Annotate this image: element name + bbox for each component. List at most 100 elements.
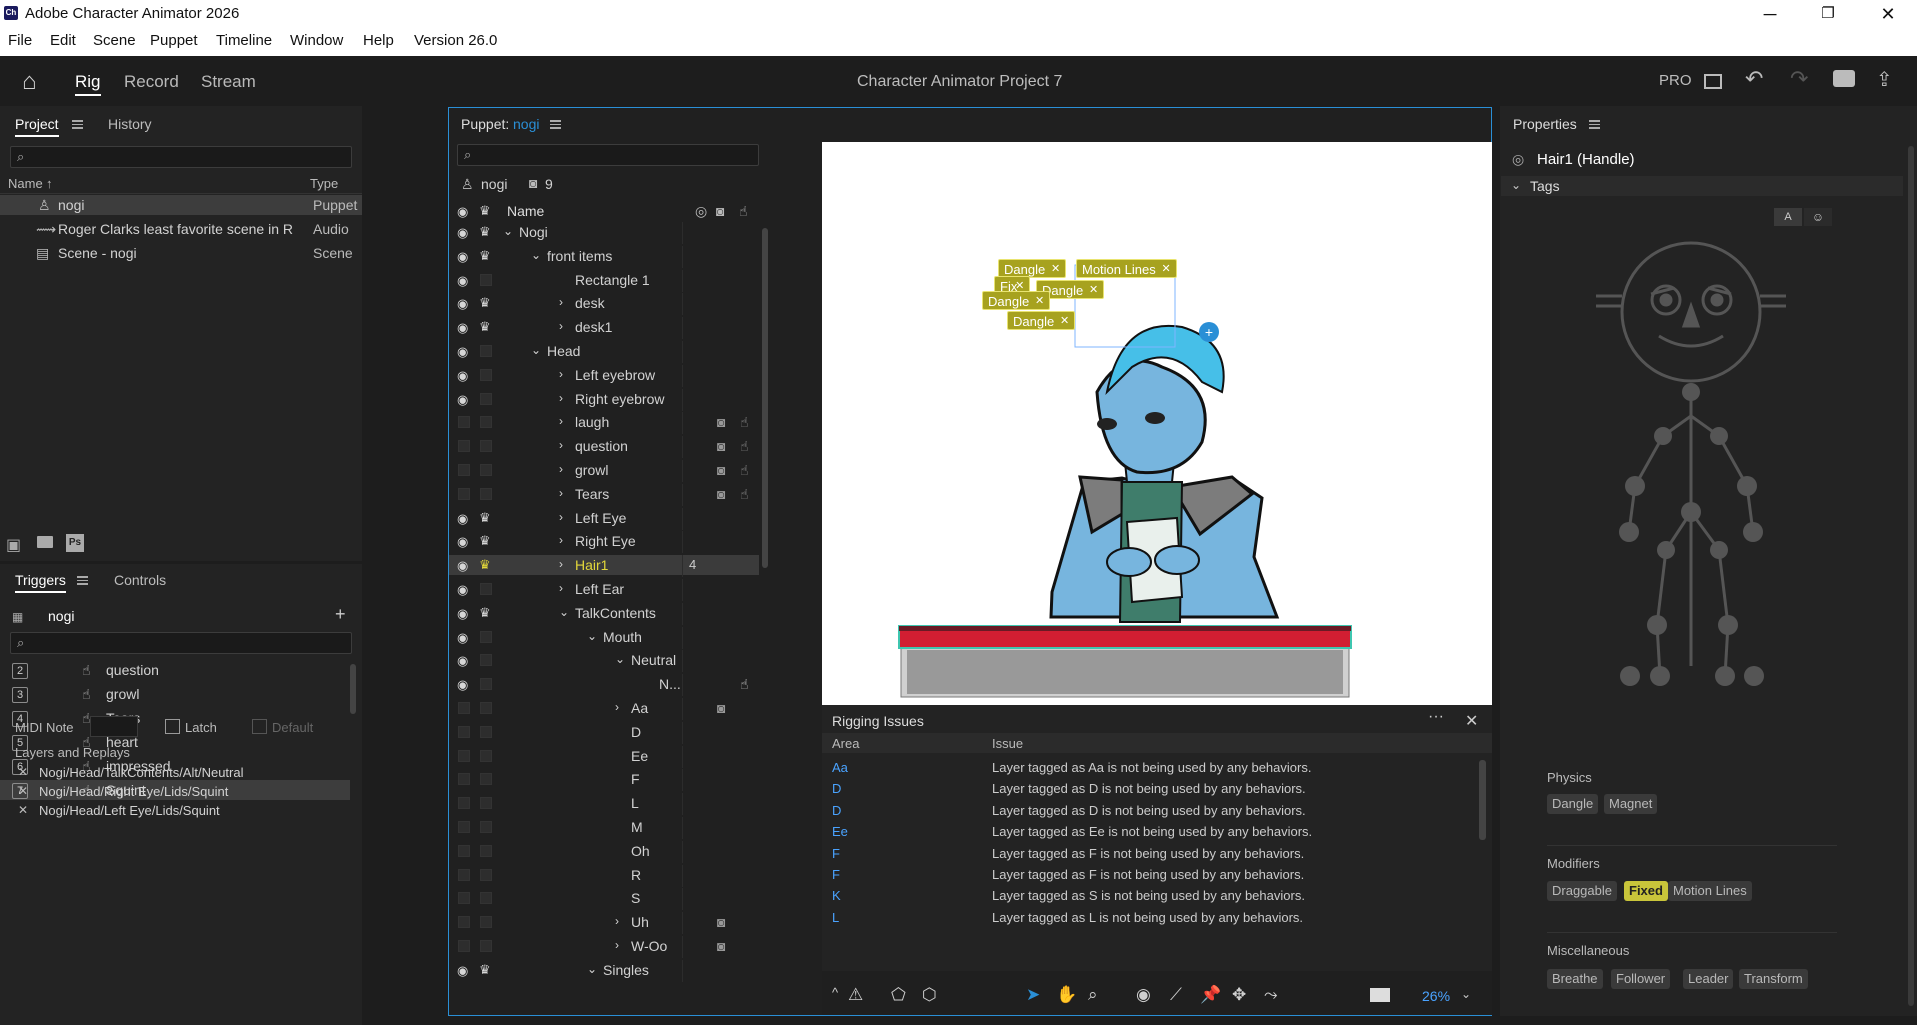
- layer-row[interactable]: › growl ◙ ☝: [449, 460, 759, 482]
- eye-icon[interactable]: ◉: [457, 225, 471, 240]
- menu-help[interactable]: Help: [363, 32, 394, 49]
- eye-icon[interactable]: ◉: [457, 204, 471, 219]
- camera-icon[interactable]: ◙: [717, 914, 725, 930]
- project-menu-icon[interactable]: [72, 120, 83, 129]
- eye-icon[interactable]: ◉: [457, 368, 471, 383]
- project-item-scene[interactable]: ▤ Scene - nogi Scene: [0, 243, 362, 263]
- tab-controls[interactable]: Controls: [114, 572, 166, 588]
- trigger-scrollbar[interactable]: [350, 664, 356, 714]
- hand-icon[interactable]: ☝: [740, 414, 749, 431]
- issue-row[interactable]: F Layer tagged as F is not being used by …: [822, 843, 1358, 864]
- visibility-toggle[interactable]: [458, 773, 470, 786]
- layer-row[interactable]: ◉ › Left Ear: [449, 579, 759, 601]
- tag-leader[interactable]: Leader: [1683, 969, 1734, 989]
- issue-row[interactable]: Aa Layer tagged as Aa is not being used b…: [822, 757, 1358, 778]
- crown-toggle[interactable]: [480, 273, 492, 286]
- tab-rig[interactable]: Rig: [75, 72, 101, 96]
- tag-motion-lines[interactable]: Motion Lines: [1668, 881, 1752, 901]
- trigger-key[interactable]: 3: [12, 687, 28, 703]
- layer-row[interactable]: ◉ ⌄ Mouth: [449, 626, 759, 649]
- eye-icon[interactable]: ◉: [457, 558, 471, 573]
- hand-icon[interactable]: ☝: [740, 462, 749, 479]
- eye-icon[interactable]: ◉: [457, 677, 471, 692]
- crown-toggle[interactable]: [480, 583, 492, 595]
- menu-scene[interactable]: Scene: [93, 32, 136, 49]
- pin-tool-icon[interactable]: 📌: [1200, 985, 1221, 1005]
- crown-toggle[interactable]: [480, 940, 492, 952]
- visibility-toggle[interactable]: [458, 416, 470, 429]
- photoshop-icon[interactable]: Ps: [66, 534, 84, 552]
- crown-toggle[interactable]: [480, 630, 492, 643]
- motion-lines-tag[interactable]: Motion Lines: [1076, 259, 1177, 279]
- visibility-toggle[interactable]: [458, 821, 470, 833]
- origin-tool-icon[interactable]: ◉: [1136, 985, 1151, 1005]
- crown-icon[interactable]: ♛: [479, 224, 491, 240]
- crown-icon[interactable]: ♛: [479, 557, 491, 573]
- visibility-toggle[interactable]: [458, 725, 470, 738]
- visibility-toggle[interactable]: [458, 749, 470, 762]
- crown-toggle[interactable]: [480, 797, 492, 810]
- triggers-menu-icon[interactable]: [77, 576, 88, 585]
- tag-view-text-button[interactable]: A: [1774, 208, 1802, 226]
- default-checkbox[interactable]: [252, 719, 267, 734]
- camera-icon[interactable]: ◙: [717, 438, 725, 454]
- column-type[interactable]: Type: [310, 176, 338, 191]
- layer-row[interactable]: ◉ ⌄ Neutral: [449, 650, 759, 673]
- select-tool-icon[interactable]: ➤: [1026, 985, 1040, 1005]
- issue-area[interactable]: D: [832, 803, 841, 818]
- issue-area[interactable]: F: [832, 846, 840, 861]
- layer-row[interactable]: ◉ ♛ › Left Eye: [449, 507, 759, 530]
- tag-draggable[interactable]: Draggable: [1547, 881, 1617, 901]
- eye-icon[interactable]: ◉: [457, 511, 471, 526]
- crown-toggle[interactable]: [480, 345, 492, 357]
- menu-window[interactable]: Window: [290, 32, 343, 49]
- chevron-down-icon[interactable]: ⌄: [587, 629, 597, 643]
- properties-menu-icon[interactable]: [1589, 120, 1600, 129]
- crown-toggle[interactable]: [480, 440, 492, 453]
- minimize-button[interactable]: ─: [1748, 2, 1792, 26]
- chevron-down-icon[interactable]: ⌄: [531, 343, 541, 357]
- layer-row[interactable]: L: [449, 793, 759, 816]
- triggers-search-input[interactable]: ⌕: [10, 632, 352, 654]
- layer-row[interactable]: F: [449, 769, 759, 792]
- chevron-right-icon[interactable]: ›: [559, 295, 563, 309]
- hand-tool-icon[interactable]: ✋: [1056, 985, 1077, 1005]
- crown-icon[interactable]: ♛: [479, 510, 491, 526]
- issue-row[interactable]: F Layer tagged as F is not being used by …: [822, 864, 1358, 885]
- layer-row[interactable]: › question ◙ ☝: [449, 436, 759, 459]
- tag-body-diagram[interactable]: [1580, 236, 1830, 836]
- dangle-tag[interactable]: Dangle: [982, 291, 1051, 311]
- new-scene-icon[interactable]: ▣: [6, 535, 21, 555]
- undo-icon[interactable]: ↶: [1745, 66, 1763, 92]
- layer-scrollbar[interactable]: [762, 228, 768, 568]
- issue-row[interactable]: K Layer tagged as S is not being used by …: [822, 885, 1358, 906]
- handle-tool-icon[interactable]: ✥: [1232, 985, 1246, 1005]
- camera-icon[interactable]: ◙: [717, 414, 725, 430]
- dangle-tag[interactable]: Dangle: [1007, 311, 1076, 331]
- menu-timeline[interactable]: Timeline: [216, 32, 272, 49]
- camera-icon[interactable]: ◙: [717, 486, 725, 502]
- camera-icon[interactable]: ◙: [717, 462, 725, 478]
- issue-area[interactable]: D: [832, 781, 841, 796]
- crown-icon[interactable]: ♛: [479, 319, 491, 335]
- issue-row[interactable]: Ee Layer tagged as Ee is not being used b…: [822, 821, 1358, 842]
- add-trigger-button[interactable]: +: [335, 604, 346, 625]
- crown-toggle[interactable]: [480, 654, 492, 667]
- crown-icon[interactable]: ♛: [479, 295, 491, 311]
- issue-row[interactable]: D Layer tagged as D is not being used by …: [822, 800, 1358, 821]
- chevron-right-icon[interactable]: ›: [615, 700, 619, 714]
- project-item-audio[interactable]: ⟿ Roger Clarks least favorite scene in R…: [0, 219, 362, 239]
- tag-magnet[interactable]: Magnet: [1604, 794, 1658, 814]
- layer-row[interactable]: Ee: [449, 745, 759, 768]
- share-icon[interactable]: ⇪: [1876, 67, 1893, 92]
- crown-icon[interactable]: ♛: [479, 203, 491, 219]
- pro-label[interactable]: PRO: [1659, 72, 1692, 89]
- properties-scrollbar[interactable]: [1908, 146, 1914, 1006]
- visibility-toggle[interactable]: [458, 868, 470, 881]
- crown-icon[interactable]: ♛: [479, 605, 491, 621]
- layer-row[interactable]: ◉ ⌄ Head: [449, 341, 759, 363]
- issue-area[interactable]: Ee: [832, 824, 848, 839]
- menu-file[interactable]: File: [8, 32, 32, 49]
- crown-toggle[interactable]: [480, 725, 492, 738]
- visibility-toggle[interactable]: [458, 844, 470, 857]
